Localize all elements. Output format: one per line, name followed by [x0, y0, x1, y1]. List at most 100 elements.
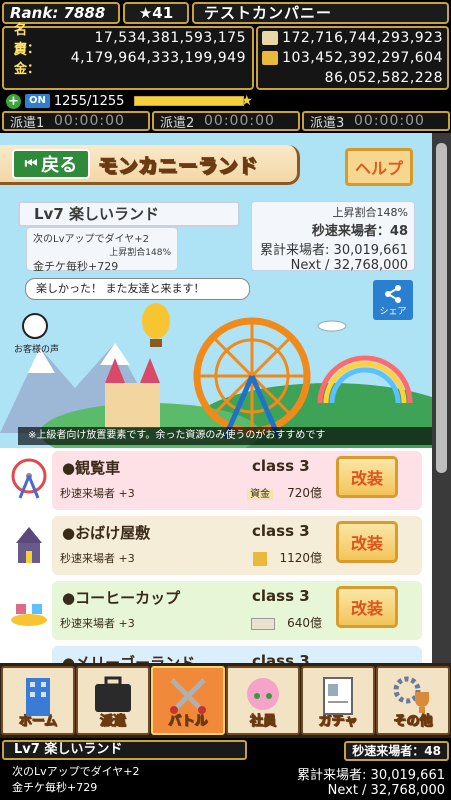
scene-title: モンカニーランド — [97, 155, 259, 178]
footer-total-visitors: 累計来場者: 30,019,661 — [297, 768, 445, 783]
dispatch-label: 派遣2 — [160, 115, 195, 131]
dispatch-slot-1[interactable]: 派遣1 00:00:00 — [2, 111, 150, 131]
next-target: Next / 32,768,000 — [290, 258, 408, 273]
fame-value: 17,534,381,593,175 — [94, 30, 246, 46]
attraction-speed: 秒速来場者 +3 — [60, 552, 135, 565]
energy-row: + ON 1255/1255 ★ — [2, 91, 254, 111]
attraction-speed: 秒速来場者 +3 — [60, 617, 135, 630]
visitor-panel: 上昇割合148% 秒速来場者：48 累計来場者: 30,019,661 Next… — [251, 201, 415, 273]
back-button[interactable]: ⏮ 戻る — [12, 149, 90, 179]
energy-bar — [134, 96, 245, 106]
trophy-gear-icon — [393, 676, 429, 713]
upgrade-button[interactable]: 改装 — [336, 456, 398, 498]
list-item: ●メリーゴーランド class 3 — [0, 643, 432, 663]
dispatch-label: 派遣3 — [310, 115, 345, 131]
amusement-park-scene: ⏮ 戻る モンカニーランド ヘルプ Lv7 楽しいランド 次のLvアップでダイヤ… — [0, 133, 432, 448]
nav-other[interactable]: その他 — [376, 666, 450, 735]
energy-on-badge[interactable]: ON — [25, 94, 50, 108]
back-arrow-icon: ⏮ — [24, 156, 38, 172]
guest-label: お客様の声 — [14, 345, 60, 355]
list-item: ●おばけ屋敷 class 3 秒速来場者 +3 1120億 改装 — [0, 513, 432, 578]
ratio-right: 上昇割合148% — [332, 206, 408, 219]
attraction-cost: 1120億 — [240, 549, 322, 566]
speed-text: 秒速来場者：48 — [311, 224, 408, 239]
resource3-value: 86,052,582,228 — [324, 70, 443, 86]
level-title: Lv7 楽しいランド — [18, 201, 240, 227]
cost-value: 640億 — [287, 616, 322, 630]
list-item: ●観覧車 class 3 秒速来場者 +3 資金 720億 改装 — [0, 448, 432, 513]
nav-employees[interactable]: 社員 — [226, 666, 300, 735]
coffee-cup-icon — [11, 604, 47, 626]
attraction-list: ●観覧車 class 3 秒速来場者 +3 資金 720億 改装 ●おばけ屋敷 c… — [0, 448, 432, 663]
add-energy-icon[interactable]: + — [6, 93, 21, 109]
footer-next-target: Next / 32,768,000 — [327, 783, 445, 798]
guest-avatar-icon[interactable] — [22, 313, 48, 339]
dispatch-timer: 00:00:00 — [204, 113, 275, 129]
footer-level-title: Lv7 楽しいランド — [2, 740, 247, 760]
attraction-name: ●おばけ屋敷 — [62, 524, 151, 542]
attraction-class: class 3 — [252, 522, 310, 540]
gold-bar-icon — [253, 551, 268, 566]
list-item: ●コーヒーカップ class 3 秒速来場者 +3 640億 改装 — [0, 578, 432, 643]
scrollbar-thumb[interactable] — [436, 143, 447, 473]
attraction-name: ●コーヒーカップ — [62, 589, 181, 607]
attraction-cost: 資金 720億 — [240, 484, 322, 501]
dispatch-slot-3[interactable]: 派遣3 00:00:00 — [302, 111, 450, 131]
bottom-nav: ホーム 派遣 バトル 社員 ガチャ その他 — [0, 663, 451, 738]
resource2-value: 103,452,392,297,604 — [282, 50, 443, 66]
ticket-icon — [262, 31, 278, 45]
nav-dispatch[interactable]: 派遣 — [76, 666, 150, 735]
scene-header: ⏮ 戻る モンカニーランド — [0, 145, 300, 185]
company-name: テストカンパニー — [192, 2, 449, 24]
cost-type: 資金 — [247, 489, 274, 500]
attraction-class: class 3 — [252, 587, 310, 605]
gold-bar-icon — [262, 51, 278, 65]
energy-bar-fill — [135, 97, 244, 105]
total-visitors: 累計来場者: 30,019,661 — [260, 243, 408, 258]
haunted-house-icon — [16, 527, 42, 563]
level-panel: Lv7 楽しいランド 次のLvアップでダイヤ+2 上昇割合148% 金チケ毎秒+… — [18, 201, 415, 273]
footer-next-level: 次のLvアップでダイヤ+2 — [12, 765, 140, 778]
funds-value: 4,179,964,333,199,949 — [70, 50, 246, 66]
stars-label: ★41 — [123, 2, 189, 24]
ticket-text: 金チケ毎秒+729 — [33, 260, 119, 273]
help-button[interactable]: ヘルプ — [345, 148, 413, 186]
money-panel: 名声： 17,534,381,593,175 資金： 4,179,964,333… — [2, 23, 254, 90]
guest-speech-bubble: 楽しかった！ また友達と来ます！ — [25, 278, 250, 300]
attraction-class: class 3 — [252, 652, 310, 663]
back-label: 戻る — [41, 155, 78, 176]
ratio-small: 上昇割合148% — [109, 248, 171, 258]
notice-banner: ※上級者向け放置要素です。余った資源のみ使うのがおすすめです — [18, 427, 432, 445]
ticket-icon — [251, 617, 276, 630]
cost-value: 1120億 — [279, 551, 322, 565]
dispatch-timer: 00:00:00 — [54, 113, 125, 129]
level-sub-panel: 次のLvアップでダイヤ+2 上昇割合148% 金チケ毎秒+729 — [26, 227, 178, 273]
upgrade-button[interactable]: 改装 — [336, 586, 398, 628]
employee-icon — [247, 678, 279, 710]
attraction-class: class 3 — [252, 457, 310, 475]
dispatch-timer: 00:00:00 — [354, 113, 425, 129]
share-icon — [385, 285, 401, 303]
resource-panel: 172,716,744,293,923 103,452,392,297,604 … — [256, 26, 449, 90]
nav-battle[interactable]: バトル — [151, 666, 225, 735]
footer-status: Lv7 楽しいランド 次のLvアップでダイヤ+2 金チケ毎秒+729 秒速来場者… — [0, 738, 451, 800]
dispatch-slot-2[interactable]: 派遣2 00:00:00 — [152, 111, 300, 131]
scrollbar[interactable] — [432, 133, 451, 663]
nav-home[interactable]: ホーム — [1, 666, 75, 735]
resource1-value: 172,716,744,293,923 — [282, 30, 443, 46]
attraction-name: ●観覧車 — [62, 459, 121, 477]
funds-label: 資金： — [14, 43, 41, 77]
energy-value: 1255/1255 — [53, 93, 125, 109]
building-icon — [26, 678, 50, 716]
footer-speed: 秒速来場者：48 — [344, 741, 449, 761]
next-level-text: 次のLvアップでダイヤ+2 — [33, 234, 149, 245]
briefcase-icon — [95, 676, 131, 712]
upgrade-button[interactable]: 改装 — [336, 521, 398, 563]
nav-gacha[interactable]: ガチャ — [301, 666, 375, 735]
attraction-cost: 640億 — [240, 614, 322, 631]
share-button[interactable]: シェア — [373, 280, 413, 320]
cost-value: 720億 — [287, 486, 322, 500]
attraction-speed: 秒速来場者 +3 — [60, 487, 135, 500]
share-label: シェア — [379, 307, 407, 317]
footer-ticket: 金チケ毎秒+729 — [12, 781, 98, 794]
